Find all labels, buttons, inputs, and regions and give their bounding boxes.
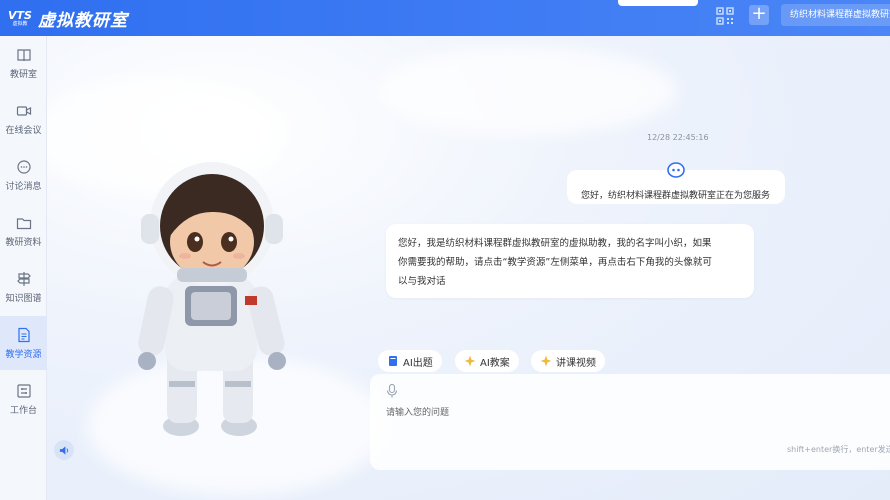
app-title: 虚拟教研室 [38, 10, 128, 31]
speaker-icon [59, 445, 68, 455]
sidebar-item-knowledge-graph[interactable]: 知识图谱 [0, 260, 47, 314]
speaker-button[interactable] [54, 440, 74, 460]
sidebar-item-label: 教研资料 [5, 237, 42, 248]
intro-line: 你需要我的帮助，请点击“教学资源”左侧菜单，再点击右下角我的头像就可 [398, 257, 712, 268]
top-tab[interactable] [618, 0, 698, 6]
chip-label: AI教案 [480, 357, 510, 369]
sidebar-item-materials[interactable]: 教研资料 [0, 204, 47, 258]
bot-icon [667, 162, 685, 178]
sidebar-item-label: 工作台 [9, 405, 37, 416]
microphone-icon[interactable] [386, 384, 398, 398]
add-button[interactable]: + [749, 5, 769, 25]
sidebar-item-workbench[interactable]: 工作台 [0, 372, 47, 426]
sidebar: 教研室 在线会议 讨论消息 教研资料 知识图谱 教学资源 工作台 [0, 36, 47, 500]
sidebar-item-label: 教学资源 [5, 349, 42, 360]
room-selector-button[interactable]: 纺织材料课程群虚拟教研室 [781, 4, 890, 26]
logo-mark: VTS 虚拟教 [8, 6, 32, 30]
sidebar-item-label: 在线会议 [5, 125, 42, 136]
sparkle-icon [464, 355, 476, 367]
sparkle-icon [540, 355, 552, 367]
document-icon [17, 327, 30, 342]
book-icon [16, 48, 31, 61]
input-hint: shift+enter换行，enter发送 [787, 445, 890, 454]
sidebar-item-online-meeting[interactable]: 在线会议 [0, 92, 47, 146]
ai-question-button[interactable]: AI出题 [378, 350, 442, 372]
sidebar-item-label: 讨论消息 [5, 181, 42, 192]
video-icon [16, 105, 31, 116]
chip-label: 讲课视频 [556, 357, 596, 369]
background-cloud [377, 46, 677, 136]
main-chat-area: 12/28 22:45:16 您好，纺织材料课程群虚拟教研室正在为您服务 您好，… [47, 36, 890, 500]
assistant-intro-bubble: 您好，我是纺织材料课程群虚拟教研室的虚拟助教，我的名字叫小织，如果 你需要我的帮… [386, 224, 754, 298]
book-blue-icon [389, 356, 397, 366]
intro-line: 以与我对话 [398, 276, 446, 287]
sidebar-item-teaching-resources[interactable]: 教学资源 [0, 316, 47, 370]
plus-icon: + [751, 3, 767, 24]
message-timestamp: 12/28 22:45:16 [647, 133, 709, 142]
ai-lesson-plan-button[interactable]: AI教案 [455, 350, 519, 372]
lecture-video-button[interactable]: 讲课视频 [531, 350, 605, 372]
chip-label: AI出题 [403, 357, 433, 369]
assistant-avatar[interactable] [137, 156, 287, 441]
qr-code-icon[interactable] [716, 7, 734, 25]
workbench-icon [16, 383, 31, 398]
signpost-icon [16, 271, 31, 286]
app-logo[interactable]: VTS 虚拟教 虚拟教研室 [8, 6, 128, 31]
sidebar-item-label: 教研室 [9, 69, 37, 80]
chat-icon [16, 159, 31, 174]
intro-line: 您好，我是纺织材料课程群虚拟教研室的虚拟助教，我的名字叫小织，如果 [398, 238, 712, 249]
sidebar-item-research-room[interactable]: 教研室 [0, 36, 47, 90]
logo-mark-subtext: 虚拟教 [12, 20, 28, 27]
question-input-box[interactable]: 请输入您的问题 shift+enter换行，enter发送 [370, 374, 890, 470]
sidebar-item-discussion[interactable]: 讨论消息 [0, 148, 47, 202]
greeting-text: 您好，纺织材料课程群虚拟教研室正在为您服务 [581, 190, 771, 201]
logo-mark-text: VTS [8, 8, 32, 22]
input-placeholder: 请输入您的问题 [386, 408, 450, 418]
sidebar-item-label: 知识图谱 [5, 293, 42, 304]
folder-icon [16, 217, 31, 229]
